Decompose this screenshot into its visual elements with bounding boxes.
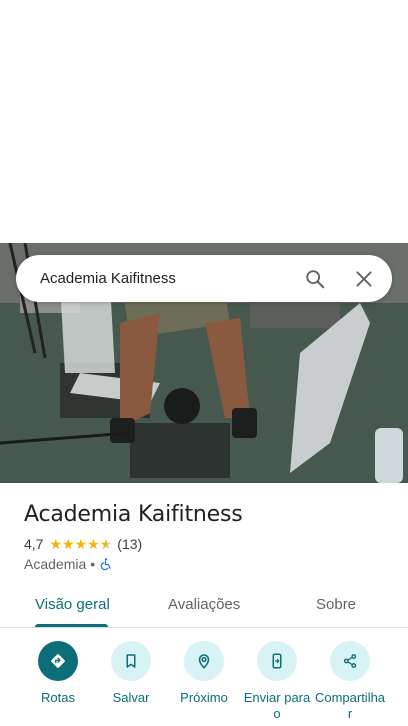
place-tabs: Visão geral Avaliações Sobre xyxy=(0,588,408,628)
share-label: Compartilha r xyxy=(314,690,386,721)
search-bar[interactable]: Academia Kaifitness xyxy=(16,255,392,302)
tab-overview[interactable]: Visão geral xyxy=(35,596,110,613)
active-tab-indicator xyxy=(35,624,108,627)
search-icon[interactable] xyxy=(304,268,326,290)
nearby-label: Próximo xyxy=(180,690,228,705)
send-to-phone-button-circle xyxy=(257,641,297,681)
directions-button-circle xyxy=(38,641,78,681)
send-to-phone-label: Enviar para o xyxy=(243,690,311,721)
share-button-circle xyxy=(330,641,370,681)
wheelchair-accessible-icon xyxy=(100,558,111,571)
close-icon[interactable] xyxy=(354,269,374,289)
save-label: Salvar xyxy=(112,690,150,705)
half-star-icon: ★ xyxy=(99,536,113,552)
bookmark-icon xyxy=(126,654,136,668)
separator: • xyxy=(90,556,96,572)
nearby-button[interactable]: Próximo xyxy=(164,641,244,706)
tab-reviews[interactable]: Avaliações xyxy=(168,596,240,613)
share-icon xyxy=(343,654,357,668)
action-buttons: Rotas Salvar Próximo Enviar para o Compa… xyxy=(0,641,408,726)
star-icon: ★ xyxy=(49,536,63,552)
directions-button[interactable]: Rotas xyxy=(18,641,98,706)
category-row: Academia • xyxy=(24,556,113,572)
send-to-phone-icon xyxy=(272,653,282,669)
tab-about[interactable]: Sobre xyxy=(316,596,356,613)
share-button[interactable]: Compartilha r xyxy=(310,641,390,722)
rating-value: 4,7 xyxy=(24,536,44,552)
star-icon: ★ xyxy=(74,536,88,552)
star-rating: ★ ★ ★ ★ ★ xyxy=(49,537,112,551)
search-input[interactable]: Academia Kaifitness xyxy=(40,270,304,287)
place-title: Academia Kaifitness xyxy=(24,502,243,527)
save-button-circle xyxy=(111,641,151,681)
directions-icon xyxy=(51,654,65,668)
nearby-button-circle xyxy=(184,641,224,681)
star-icon: ★ xyxy=(87,536,100,552)
review-count[interactable]: (13) xyxy=(117,536,142,552)
send-to-phone-button[interactable]: Enviar para o xyxy=(237,641,317,722)
place-category: Academia xyxy=(24,556,87,572)
nearby-icon xyxy=(198,654,210,669)
rating-row[interactable]: 4,7 ★ ★ ★ ★ ★ (13) xyxy=(24,536,142,552)
star-icon: ★ xyxy=(62,536,75,552)
directions-label: Rotas xyxy=(41,690,75,705)
save-button[interactable]: Salvar xyxy=(91,641,171,706)
map-area xyxy=(0,0,408,243)
